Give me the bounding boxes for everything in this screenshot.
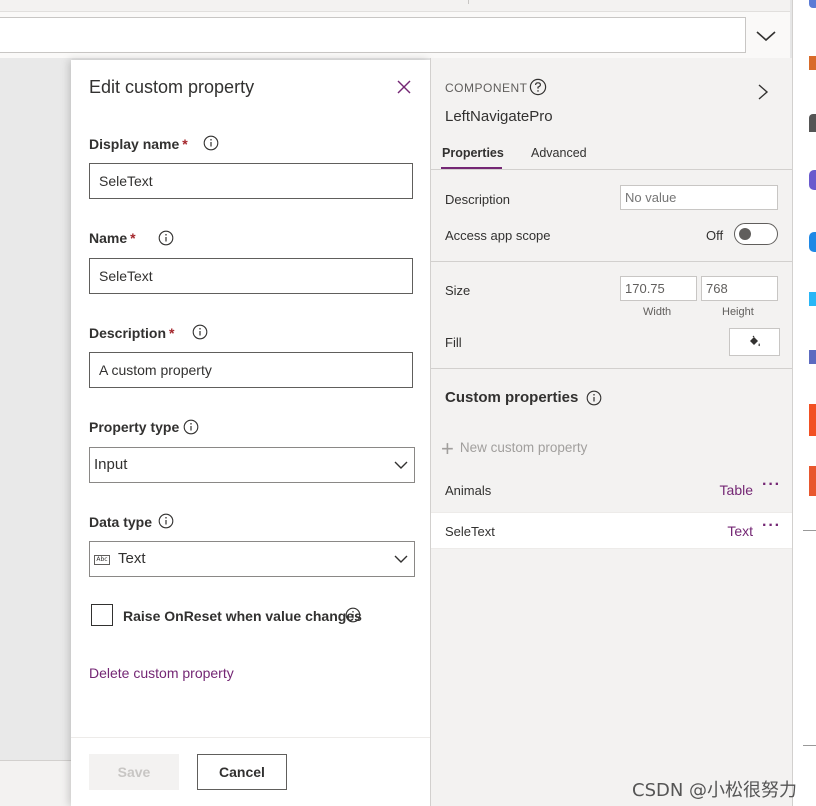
display-name-field[interactable]: SeleText [89,163,413,199]
canvas-bottom-bar [0,760,72,806]
raise-onreset-label: Raise OnReset when value changes [123,608,362,624]
info-icon[interactable] [345,607,361,623]
property-type-select[interactable]: Input [89,447,415,483]
save-button[interactable]: Save [89,754,179,790]
new-custom-property-label: New custom property [459,440,588,455]
close-icon[interactable] [395,78,413,96]
data-type-value: Text [118,550,146,567]
custom-property-name: Animals [445,483,492,498]
custom-property-row-seletext[interactable]: SeleText Text ··· [431,512,793,549]
formula-bar [0,12,790,58]
app-icon[interactable] [809,0,816,8]
edit-custom-property-panel: Edit custom property Display name * SeleT… [71,60,430,806]
info-icon[interactable] [192,324,208,340]
divider [431,261,793,262]
height-label: Height [722,306,754,318]
raise-onreset-checkbox[interactable] [91,604,113,626]
app-icon[interactable] [809,292,816,306]
chevron-down-icon [394,555,408,563]
custom-property-name: SeleText [445,524,495,539]
panel-footer: Save Cancel [71,737,430,806]
canvas-area [0,58,72,806]
toggle-knob [739,228,751,240]
properties-panel: COMPONENT LeftNavigatePro Properties Adv… [430,58,793,806]
chevron-down-icon [394,461,408,469]
app-icon[interactable] [809,350,816,364]
help-icon[interactable] [529,78,547,96]
divider [803,745,816,746]
top-strip [0,0,790,12]
formula-input[interactable] [0,17,746,53]
chevron-down-icon[interactable] [752,27,780,45]
toggle-state-label: Off [706,228,724,243]
custom-property-type: Table [719,482,753,498]
name-label: Name * [89,230,136,246]
cancel-button[interactable]: Cancel [197,754,287,790]
delete-custom-property-link[interactable]: Delete custom property [89,665,234,681]
chevron-right-icon[interactable] [757,83,769,101]
component-name: LeftNavigatePro [445,108,553,125]
display-name-label: Display name * [89,136,188,152]
access-app-scope-label: Access app scope [445,228,551,243]
divider [468,0,469,4]
data-type-select[interactable]: Abc Text [89,541,415,577]
info-icon[interactable] [183,419,199,435]
divider [803,530,816,531]
new-custom-property-button[interactable]: + New custom property [441,436,587,462]
app-icon[interactable] [809,170,816,190]
property-type-label: Property type [89,419,180,435]
app-icon[interactable] [809,466,816,496]
width-label: Width [643,306,672,318]
more-options-icon[interactable]: ··· [762,517,781,535]
info-icon[interactable] [203,135,219,151]
fill-label: Fill [445,335,462,350]
paint-bucket-icon [750,335,760,347]
plus-icon: + [441,436,454,461]
office-icon[interactable] [809,404,816,436]
description-prop-label: Description [445,192,511,207]
app-icon[interactable] [809,56,816,70]
custom-properties-title: Custom properties [445,389,579,406]
description-prop-input[interactable] [620,185,778,210]
info-icon[interactable] [586,390,602,406]
right-icon-strip [792,0,816,806]
divider [431,368,793,369]
size-label: Size [445,283,471,298]
component-label: COMPONENT [445,81,528,95]
description-label: Description * [89,325,175,341]
text-type-icon: Abc [94,555,110,565]
app-icon[interactable] [809,232,816,252]
width-input[interactable]: 170.75 [620,276,697,301]
fill-color-picker[interactable] [729,328,780,356]
access-app-scope-toggle[interactable] [734,223,778,245]
more-options-icon[interactable]: ··· [762,476,781,494]
name-field[interactable]: SeleText [89,258,413,294]
divider [431,169,793,170]
watermark: CSDN @小松很努力 [632,780,798,801]
info-icon[interactable] [158,513,174,529]
tab-properties[interactable]: Properties [442,146,504,160]
height-input[interactable]: 768 [701,276,778,301]
custom-property-row-animals[interactable]: Animals Table ··· [431,472,793,509]
app-icon[interactable] [809,114,816,132]
panel-title: Edit custom property [89,77,255,97]
custom-property-type: Text [727,523,753,539]
data-type-label: Data type [89,514,153,530]
tab-advanced[interactable]: Advanced [531,146,587,160]
property-type-value: Input [94,456,128,473]
info-icon[interactable] [158,230,174,246]
description-field[interactable]: A custom property [89,352,413,388]
